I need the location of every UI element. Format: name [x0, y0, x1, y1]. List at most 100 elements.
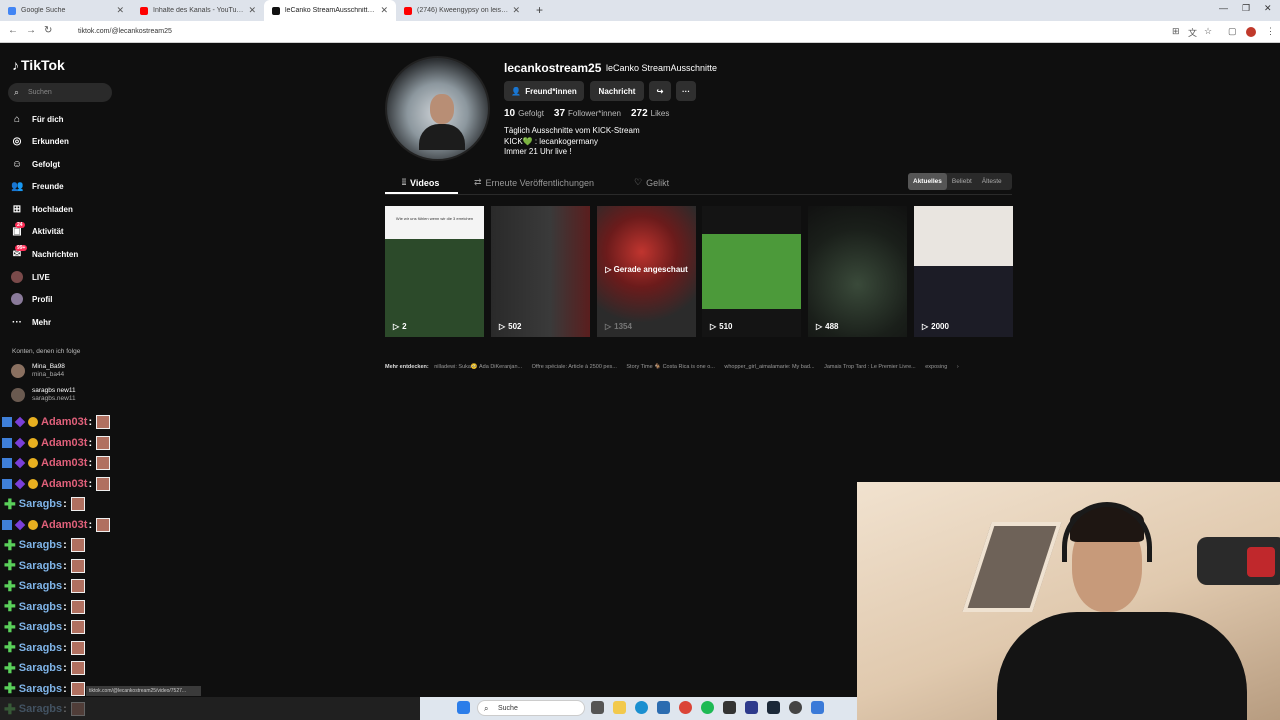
- reload-icon[interactable]: ↻: [44, 25, 52, 36]
- chat-username: Saragbs: [18, 621, 63, 633]
- more-options-button[interactable]: ···: [676, 81, 696, 101]
- nav-for-you[interactable]: ⌂ Für dich: [11, 111, 64, 127]
- chat-message: ✚Saragbs:: [2, 660, 85, 676]
- chat-separator: :: [63, 600, 67, 613]
- windows-start-icon[interactable]: [457, 701, 470, 714]
- steam-icon[interactable]: [767, 701, 780, 714]
- nav-upload[interactable]: ⊞ Hochladen: [11, 201, 73, 217]
- plus-badge-icon: ✚: [4, 659, 16, 676]
- file-explorer-icon[interactable]: [613, 701, 626, 714]
- tab-liked[interactable]: ♡ Gelikt: [634, 177, 669, 188]
- v-app-icon[interactable]: [745, 701, 758, 714]
- status-url: tiktok.com/@lecankostream25/video/7527..…: [86, 686, 201, 696]
- close-icon[interactable]: ✕: [512, 5, 520, 16]
- translate-icon[interactable]: 文: [1188, 26, 1197, 39]
- nav-following[interactable]: ☺ Gefolgt: [11, 156, 60, 172]
- back-icon[interactable]: ←: [8, 25, 18, 36]
- share-icon: ↪: [656, 86, 664, 96]
- discover-link[interactable]: Jamais Trop Tard : Le Premier Livre...: [824, 364, 916, 370]
- close-icon[interactable]: ✕: [380, 5, 388, 16]
- app-icon[interactable]: [811, 701, 824, 714]
- profile-avatar-icon[interactable]: [1246, 27, 1256, 37]
- store-icon[interactable]: [657, 701, 670, 714]
- video-thumbnail[interactable]: Wie wir uns fühlen wenn wir die 3 erreic…: [385, 206, 484, 337]
- microphone: [1197, 537, 1280, 585]
- browser-tab[interactable]: Google Suche ✕: [0, 0, 132, 21]
- chat-username: Saragbs: [18, 682, 63, 695]
- chat-separator: :: [88, 416, 93, 428]
- watched-label: Gerade angeschaut: [613, 265, 688, 274]
- chat-message: Adam03t:: [2, 455, 111, 471]
- gem-icon: [14, 416, 26, 428]
- nav-messages[interactable]: ✉ 99+ Nachrichten: [11, 244, 78, 262]
- browser-tab[interactable]: Inhalte des Kanals - YouTube St...✕: [132, 0, 264, 21]
- task-view-icon[interactable]: [591, 701, 604, 714]
- following-account[interactable]: saragbs new11 saragbs.new11: [11, 387, 76, 403]
- game-icon[interactable]: [789, 701, 802, 714]
- close-window-icon[interactable]: ✕: [1264, 3, 1272, 14]
- chat-username: Saragbs: [18, 662, 63, 674]
- tiktok-logo[interactable]: ♪ TikTok: [12, 57, 65, 73]
- taskbar-search[interactable]: ⌕ Suche: [477, 700, 585, 716]
- chat-username: Adam03t: [41, 416, 88, 428]
- coin-icon: [28, 478, 38, 489]
- discover-link[interactable]: whopper_girl_aimalamarie: My bad...: [724, 364, 814, 370]
- nav-more[interactable]: ··· Mehr: [11, 314, 51, 330]
- url-field[interactable]: tiktok.com/@lecankostream25: [62, 24, 1162, 40]
- nav-explore[interactable]: ◎ Erkunden: [11, 133, 69, 149]
- discover-link[interactable]: exposing: [925, 364, 947, 370]
- video-thumbnail[interactable]: ▷ 502: [491, 206, 590, 337]
- close-icon[interactable]: ✕: [248, 5, 256, 16]
- live-icon: [11, 271, 23, 283]
- following-icon: ☺: [11, 158, 23, 170]
- new-tab-button[interactable]: +: [536, 0, 543, 21]
- compass-icon: ◎: [12, 135, 22, 147]
- emote-icon: [70, 538, 85, 552]
- forward-icon[interactable]: →: [26, 25, 36, 36]
- gem-icon: [14, 457, 26, 469]
- edge-icon[interactable]: [635, 701, 648, 714]
- tab-videos[interactable]: ⦙⦙ Videos: [402, 177, 439, 188]
- video-thumbnail[interactable]: ▷ Gerade angeschaut ▷ 1354: [597, 206, 696, 337]
- chat-separator: :: [88, 457, 93, 469]
- youtube-icon: [404, 6, 412, 15]
- sort-oldest[interactable]: Älteste: [977, 173, 1007, 190]
- video-thumbnail[interactable]: ▷ 488: [808, 206, 907, 337]
- menu-dots-icon[interactable]: ⋮: [1266, 26, 1275, 37]
- stat-followers[interactable]: 37 Follower*innen: [554, 108, 621, 119]
- sort-popular[interactable]: Beliebt: [947, 173, 977, 190]
- close-icon[interactable]: ✕: [116, 5, 124, 16]
- video-thumbnail[interactable]: ▷ 2000: [914, 206, 1013, 337]
- tab-reposts[interactable]: ⇄ Erneute Veröffentlichungen: [474, 177, 594, 188]
- nav-friends[interactable]: 👥 Freunde: [11, 178, 64, 194]
- chevron-right-icon[interactable]: ›: [957, 364, 959, 370]
- extensions-icon[interactable]: ▢: [1228, 26, 1237, 37]
- following-account[interactable]: Mina_Ba98 mina_ba44: [11, 363, 65, 379]
- stat-following[interactable]: 10 Gefolgt: [504, 108, 544, 119]
- spotify-icon[interactable]: [701, 701, 714, 714]
- share-button[interactable]: ↪: [649, 81, 671, 101]
- chat-username: Saragbs: [18, 498, 63, 510]
- chrome-icon[interactable]: [679, 701, 692, 714]
- install-icon[interactable]: ⊞: [1172, 26, 1180, 37]
- search-input[interactable]: ⌕ Suchen: [8, 83, 112, 102]
- bookmark-star-icon[interactable]: ☆: [1204, 26, 1212, 37]
- maximize-icon[interactable]: ❐: [1242, 3, 1250, 14]
- video-thumbnail[interactable]: ▷ 510: [702, 206, 801, 337]
- browser-tab-active[interactable]: leCanko StreamAusschnitte (@l...✕: [264, 0, 396, 21]
- discover-link[interactable]: nilladewi: Suka🥺 Ada DiKeranjan...: [434, 364, 522, 370]
- obs-icon[interactable]: [723, 701, 736, 714]
- nav-activity[interactable]: ▣ 24 Aktivität: [11, 221, 64, 239]
- message-button[interactable]: Nachricht: [590, 81, 644, 101]
- discover-link[interactable]: Story Time 🐐 Costa Rica is one o...: [626, 364, 714, 370]
- nav-live[interactable]: LIVE: [11, 269, 50, 285]
- minimize-icon[interactable]: —: [1219, 3, 1228, 13]
- chat-separator: :: [88, 436, 93, 449]
- discover-link[interactable]: Offre spéciale: Article à 2500 pes...: [532, 364, 617, 370]
- nav-profile[interactable]: Profil: [11, 291, 52, 307]
- browser-tab[interactable]: (2746) Kweengypsy on leise gü...✕: [396, 0, 528, 21]
- chat-username: Saragbs: [18, 580, 63, 592]
- profile-icon: [11, 293, 23, 305]
- sort-latest[interactable]: Aktuelles: [908, 173, 947, 190]
- friends-button[interactable]: 👤 Freund*innen: [504, 81, 584, 101]
